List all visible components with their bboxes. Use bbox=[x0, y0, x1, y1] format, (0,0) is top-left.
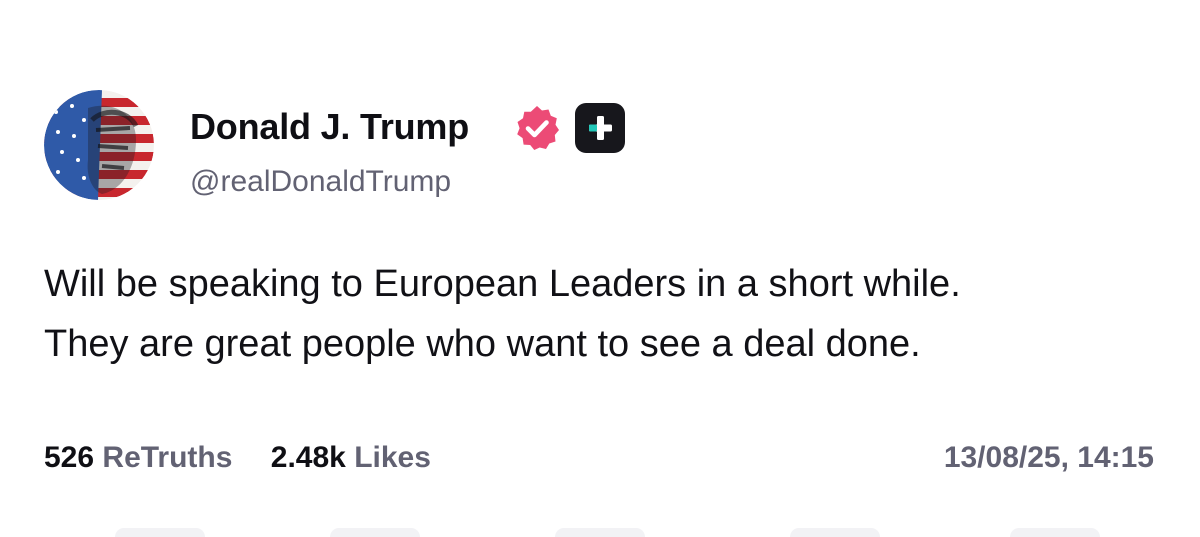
retruth-button[interactable] bbox=[330, 528, 420, 537]
plus-badge-icon[interactable] bbox=[575, 103, 625, 153]
avatar[interactable] bbox=[44, 90, 154, 200]
likes-count: 2.48k bbox=[270, 441, 346, 474]
like-button[interactable] bbox=[555, 528, 645, 537]
retruths-stat[interactable]: 526 ReTruths bbox=[44, 436, 232, 480]
author-handle[interactable]: @realDonaldTrump bbox=[190, 162, 451, 202]
likes-stat[interactable]: 2.48k Likes bbox=[271, 436, 431, 480]
more-button[interactable] bbox=[1010, 528, 1100, 537]
reply-button[interactable] bbox=[115, 528, 205, 537]
post-text: Will be speaking to European Leaders in … bbox=[44, 254, 1164, 374]
action-bar bbox=[0, 528, 1200, 537]
share-button[interactable] bbox=[790, 528, 880, 537]
retruths-label: ReTruths bbox=[102, 441, 233, 474]
likes-label: Likes bbox=[354, 441, 431, 474]
post-timestamp: 13/08/25, 14:15 bbox=[943, 441, 1154, 474]
author-display-name[interactable]: Donald J. Trump bbox=[190, 100, 469, 154]
post-stats: 526 ReTruths 2.48k Likes bbox=[44, 436, 431, 480]
avatar-image bbox=[44, 90, 154, 200]
retruths-count: 526 bbox=[44, 441, 95, 474]
verified-badge-icon bbox=[517, 106, 559, 150]
plus-icon bbox=[589, 116, 612, 140]
post-text-line: They are great people who want to see a … bbox=[44, 323, 921, 365]
post-text-line: Will be speaking to European Leaders in … bbox=[44, 263, 961, 305]
truth-post: Donald J. Trump @realDonaldTrump Will be… bbox=[0, 0, 1200, 537]
